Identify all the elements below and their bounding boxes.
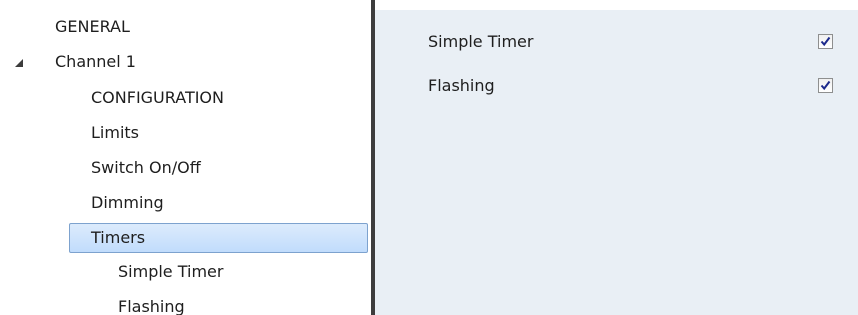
tree-item-simple-timer[interactable]: Simple Timer	[118, 259, 223, 285]
check-mark-icon	[820, 80, 831, 91]
tree-item-switch-on-off[interactable]: Switch On/Off	[91, 155, 201, 181]
tree-item-limits[interactable]: Limits	[91, 120, 139, 146]
tree-item-dimming[interactable]: Dimming	[91, 190, 164, 216]
tree-item-general[interactable]: GENERAL	[55, 14, 130, 40]
tree-item-channel-1[interactable]: Channel 1	[55, 49, 136, 75]
param-row-flashing: Flashing	[428, 74, 843, 98]
param-label-simple-timer: Simple Timer	[428, 32, 534, 51]
param-label-flashing: Flashing	[428, 76, 495, 95]
tree-item-timers[interactable]: Timers	[69, 223, 368, 253]
flashing-checkbox[interactable]	[818, 78, 833, 93]
tree-item-configuration[interactable]: CONFIGURATION	[91, 85, 224, 111]
expand-triangle-icon[interactable]	[14, 58, 24, 68]
simple-timer-checkbox[interactable]	[818, 34, 833, 49]
app-window: GENERAL Channel 1 CONFIGURATION Limits S…	[0, 0, 858, 315]
check-mark-icon	[820, 36, 831, 47]
parameter-tree: GENERAL Channel 1 CONFIGURATION Limits S…	[0, 0, 371, 315]
tree-item-flashing[interactable]: Flashing	[118, 294, 185, 315]
content-top-strip	[375, 0, 858, 10]
param-row-simple-timer: Simple Timer	[428, 30, 843, 54]
